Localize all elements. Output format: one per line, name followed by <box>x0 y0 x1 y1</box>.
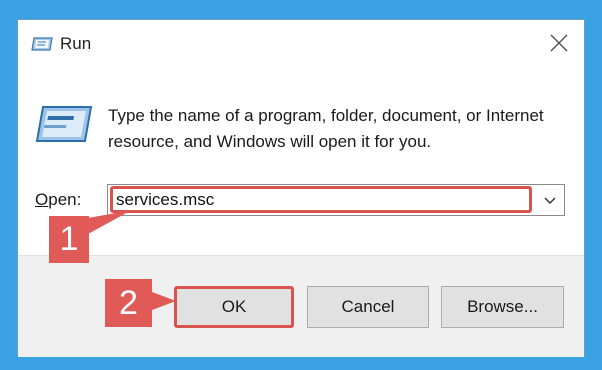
ok-button[interactable]: OK <box>174 286 294 328</box>
title-bar: Run <box>18 20 584 68</box>
window-title: Run <box>60 34 92 53</box>
step-2-badge: 2 <box>105 279 152 327</box>
open-label: Open: <box>35 190 81 210</box>
cancel-button[interactable]: Cancel <box>307 286 429 328</box>
run-dialog: Run Type the name of a program, folder, … <box>17 19 585 357</box>
run-icon <box>31 37 53 51</box>
chevron-down-icon[interactable] <box>536 185 564 215</box>
open-label-text: pen: <box>48 190 82 209</box>
open-label-mnemonic: O <box>35 190 49 209</box>
step-1-badge: 1 <box>49 216 89 263</box>
open-input[interactable] <box>108 185 533 215</box>
run-program-icon <box>35 106 93 142</box>
close-icon[interactable] <box>548 32 570 54</box>
description-text: Type the name of a program, folder, docu… <box>108 106 544 151</box>
open-combobox[interactable] <box>107 184 565 216</box>
browse-button[interactable]: Browse... <box>441 286 564 328</box>
dialog-footer: OK Cancel Browse... <box>18 255 584 357</box>
